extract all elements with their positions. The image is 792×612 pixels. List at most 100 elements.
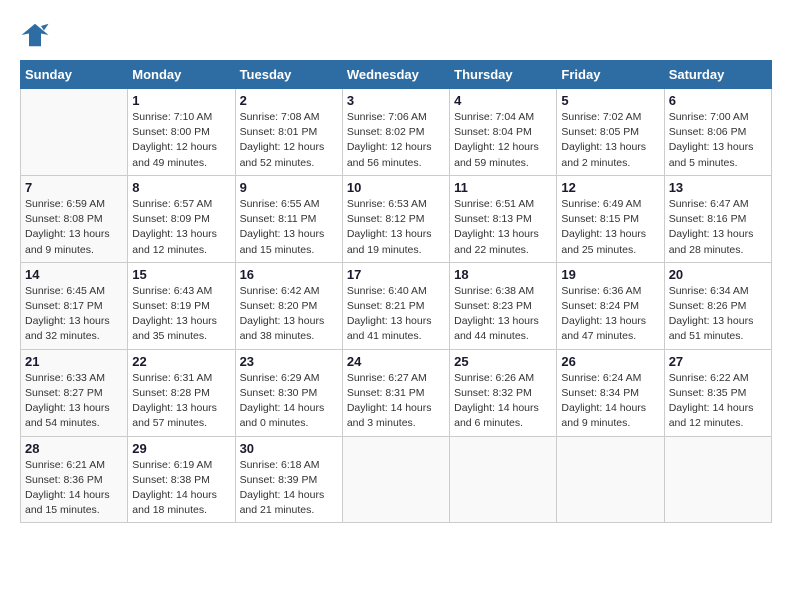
day-cell: 17 Sunrise: 6:40 AMSunset: 8:21 PMDayligh… bbox=[342, 262, 449, 349]
day-number: 10 bbox=[347, 180, 445, 195]
day-cell: 30 Sunrise: 6:18 AMSunset: 8:39 PMDayligh… bbox=[235, 436, 342, 523]
day-cell: 11Sunrise: 6:51 AMSunset: 8:13 PMDayligh… bbox=[450, 175, 557, 262]
day-detail: Sunrise: 7:10 AMSunset: 8:00 PMDaylight:… bbox=[132, 110, 230, 171]
day-number: 2 bbox=[240, 93, 338, 108]
day-cell: 15 Sunrise: 6:43 AMSunset: 8:19 PMDayligh… bbox=[128, 262, 235, 349]
day-cell bbox=[664, 436, 771, 523]
day-cell: 26 Sunrise: 6:24 AMSunset: 8:34 PMDayligh… bbox=[557, 349, 664, 436]
day-number: 20 bbox=[669, 267, 767, 282]
week-row-3: 14 Sunrise: 6:45 AMSunset: 8:17 PMDayligh… bbox=[21, 262, 772, 349]
day-detail: Sunrise: 6:27 AMSunset: 8:31 PMDaylight:… bbox=[347, 371, 445, 432]
day-cell: 8 Sunrise: 6:57 AMSunset: 8:09 PMDaylight… bbox=[128, 175, 235, 262]
day-cell: 22 Sunrise: 6:31 AMSunset: 8:28 PMDayligh… bbox=[128, 349, 235, 436]
day-detail: Sunrise: 6:24 AMSunset: 8:34 PMDaylight:… bbox=[561, 371, 659, 432]
day-detail: Sunrise: 6:47 AMSunset: 8:16 PMDaylight:… bbox=[669, 197, 767, 258]
day-number: 27 bbox=[669, 354, 767, 369]
day-number: 1 bbox=[132, 93, 230, 108]
logo-icon bbox=[20, 20, 50, 50]
day-cell: 19 Sunrise: 6:36 AMSunset: 8:24 PMDayligh… bbox=[557, 262, 664, 349]
day-detail: Sunrise: 6:42 AMSunset: 8:20 PMDaylight:… bbox=[240, 284, 338, 345]
day-cell: 2 Sunrise: 7:08 AMSunset: 8:01 PMDaylight… bbox=[235, 89, 342, 176]
day-number: 14 bbox=[25, 267, 123, 282]
header-wednesday: Wednesday bbox=[342, 61, 449, 89]
day-detail: Sunrise: 6:57 AMSunset: 8:09 PMDaylight:… bbox=[132, 197, 230, 258]
day-cell: 4 Sunrise: 7:04 AMSunset: 8:04 PMDaylight… bbox=[450, 89, 557, 176]
day-detail: Sunrise: 6:33 AMSunset: 8:27 PMDaylight:… bbox=[25, 371, 123, 432]
day-cell: 28Sunrise: 6:21 AMSunset: 8:36 PMDayligh… bbox=[21, 436, 128, 523]
day-cell: 25 Sunrise: 6:26 AMSunset: 8:32 PMDayligh… bbox=[450, 349, 557, 436]
day-number: 24 bbox=[347, 354, 445, 369]
day-number: 19 bbox=[561, 267, 659, 282]
day-cell: 13 Sunrise: 6:47 AMSunset: 8:16 PMDayligh… bbox=[664, 175, 771, 262]
day-number: 11 bbox=[454, 180, 552, 195]
day-detail: Sunrise: 7:04 AMSunset: 8:04 PMDaylight:… bbox=[454, 110, 552, 171]
header-sunday: Sunday bbox=[21, 61, 128, 89]
day-detail: Sunrise: 6:19 AMSunset: 8:38 PMDaylight:… bbox=[132, 458, 230, 519]
day-cell: 10Sunrise: 6:53 AMSunset: 8:12 PMDayligh… bbox=[342, 175, 449, 262]
day-cell: 20 Sunrise: 6:34 AMSunset: 8:26 PMDayligh… bbox=[664, 262, 771, 349]
calendar-header-row: SundayMondayTuesdayWednesdayThursdayFrid… bbox=[21, 61, 772, 89]
day-cell: 27 Sunrise: 6:22 AMSunset: 8:35 PMDayligh… bbox=[664, 349, 771, 436]
day-detail: Sunrise: 7:02 AMSunset: 8:05 PMDaylight:… bbox=[561, 110, 659, 171]
day-detail: Sunrise: 6:31 AMSunset: 8:28 PMDaylight:… bbox=[132, 371, 230, 432]
day-number: 22 bbox=[132, 354, 230, 369]
header-monday: Monday bbox=[128, 61, 235, 89]
day-number: 30 bbox=[240, 441, 338, 456]
day-cell bbox=[450, 436, 557, 523]
day-detail: Sunrise: 6:38 AMSunset: 8:23 PMDaylight:… bbox=[454, 284, 552, 345]
week-row-1: 1 Sunrise: 7:10 AMSunset: 8:00 PMDaylight… bbox=[21, 89, 772, 176]
page-header bbox=[20, 20, 772, 50]
day-cell bbox=[557, 436, 664, 523]
day-detail: Sunrise: 6:40 AMSunset: 8:21 PMDaylight:… bbox=[347, 284, 445, 345]
day-number: 28 bbox=[25, 441, 123, 456]
day-number: 26 bbox=[561, 354, 659, 369]
day-number: 7 bbox=[25, 180, 123, 195]
day-cell: 1 Sunrise: 7:10 AMSunset: 8:00 PMDaylight… bbox=[128, 89, 235, 176]
day-cell: 29 Sunrise: 6:19 AMSunset: 8:38 PMDayligh… bbox=[128, 436, 235, 523]
day-cell bbox=[342, 436, 449, 523]
day-detail: Sunrise: 6:29 AMSunset: 8:30 PMDaylight:… bbox=[240, 371, 338, 432]
day-detail: Sunrise: 7:00 AMSunset: 8:06 PMDaylight:… bbox=[669, 110, 767, 171]
day-cell: 16Sunrise: 6:42 AMSunset: 8:20 PMDayligh… bbox=[235, 262, 342, 349]
day-number: 8 bbox=[132, 180, 230, 195]
day-number: 15 bbox=[132, 267, 230, 282]
day-cell bbox=[21, 89, 128, 176]
day-number: 9 bbox=[240, 180, 338, 195]
day-detail: Sunrise: 7:08 AMSunset: 8:01 PMDaylight:… bbox=[240, 110, 338, 171]
day-detail: Sunrise: 6:45 AMSunset: 8:17 PMDaylight:… bbox=[25, 284, 123, 345]
logo bbox=[20, 20, 54, 50]
day-number: 5 bbox=[561, 93, 659, 108]
day-cell: 5 Sunrise: 7:02 AMSunset: 8:05 PMDaylight… bbox=[557, 89, 664, 176]
day-cell: 12Sunrise: 6:49 AMSunset: 8:15 PMDayligh… bbox=[557, 175, 664, 262]
day-number: 17 bbox=[347, 267, 445, 282]
day-cell: 21 Sunrise: 6:33 AMSunset: 8:27 PMDayligh… bbox=[21, 349, 128, 436]
header-thursday: Thursday bbox=[450, 61, 557, 89]
day-number: 29 bbox=[132, 441, 230, 456]
header-friday: Friday bbox=[557, 61, 664, 89]
day-number: 6 bbox=[669, 93, 767, 108]
day-detail: Sunrise: 6:34 AMSunset: 8:26 PMDaylight:… bbox=[669, 284, 767, 345]
day-cell: 3 Sunrise: 7:06 AMSunset: 8:02 PMDaylight… bbox=[342, 89, 449, 176]
day-cell: 14 Sunrise: 6:45 AMSunset: 8:17 PMDayligh… bbox=[21, 262, 128, 349]
day-detail: Sunrise: 7:06 AMSunset: 8:02 PMDaylight:… bbox=[347, 110, 445, 171]
day-detail: Sunrise: 6:55 AMSunset: 8:11 PMDaylight:… bbox=[240, 197, 338, 258]
day-number: 4 bbox=[454, 93, 552, 108]
calendar-table: SundayMondayTuesdayWednesdayThursdayFrid… bbox=[20, 60, 772, 523]
day-detail: Sunrise: 6:26 AMSunset: 8:32 PMDaylight:… bbox=[454, 371, 552, 432]
day-number: 21 bbox=[25, 354, 123, 369]
day-number: 25 bbox=[454, 354, 552, 369]
day-number: 13 bbox=[669, 180, 767, 195]
day-cell: 24 Sunrise: 6:27 AMSunset: 8:31 PMDayligh… bbox=[342, 349, 449, 436]
week-row-2: 7Sunrise: 6:59 AMSunset: 8:08 PMDaylight… bbox=[21, 175, 772, 262]
day-number: 3 bbox=[347, 93, 445, 108]
day-cell: 9 Sunrise: 6:55 AMSunset: 8:11 PMDaylight… bbox=[235, 175, 342, 262]
day-cell: 6 Sunrise: 7:00 AMSunset: 8:06 PMDaylight… bbox=[664, 89, 771, 176]
day-number: 18 bbox=[454, 267, 552, 282]
day-detail: Sunrise: 6:49 AMSunset: 8:15 PMDaylight:… bbox=[561, 197, 659, 258]
day-detail: Sunrise: 6:22 AMSunset: 8:35 PMDaylight:… bbox=[669, 371, 767, 432]
day-detail: Sunrise: 6:43 AMSunset: 8:19 PMDaylight:… bbox=[132, 284, 230, 345]
week-row-4: 21 Sunrise: 6:33 AMSunset: 8:27 PMDayligh… bbox=[21, 349, 772, 436]
day-detail: Sunrise: 6:36 AMSunset: 8:24 PMDaylight:… bbox=[561, 284, 659, 345]
day-cell: 7Sunrise: 6:59 AMSunset: 8:08 PMDaylight… bbox=[21, 175, 128, 262]
day-detail: Sunrise: 6:18 AMSunset: 8:39 PMDaylight:… bbox=[240, 458, 338, 519]
